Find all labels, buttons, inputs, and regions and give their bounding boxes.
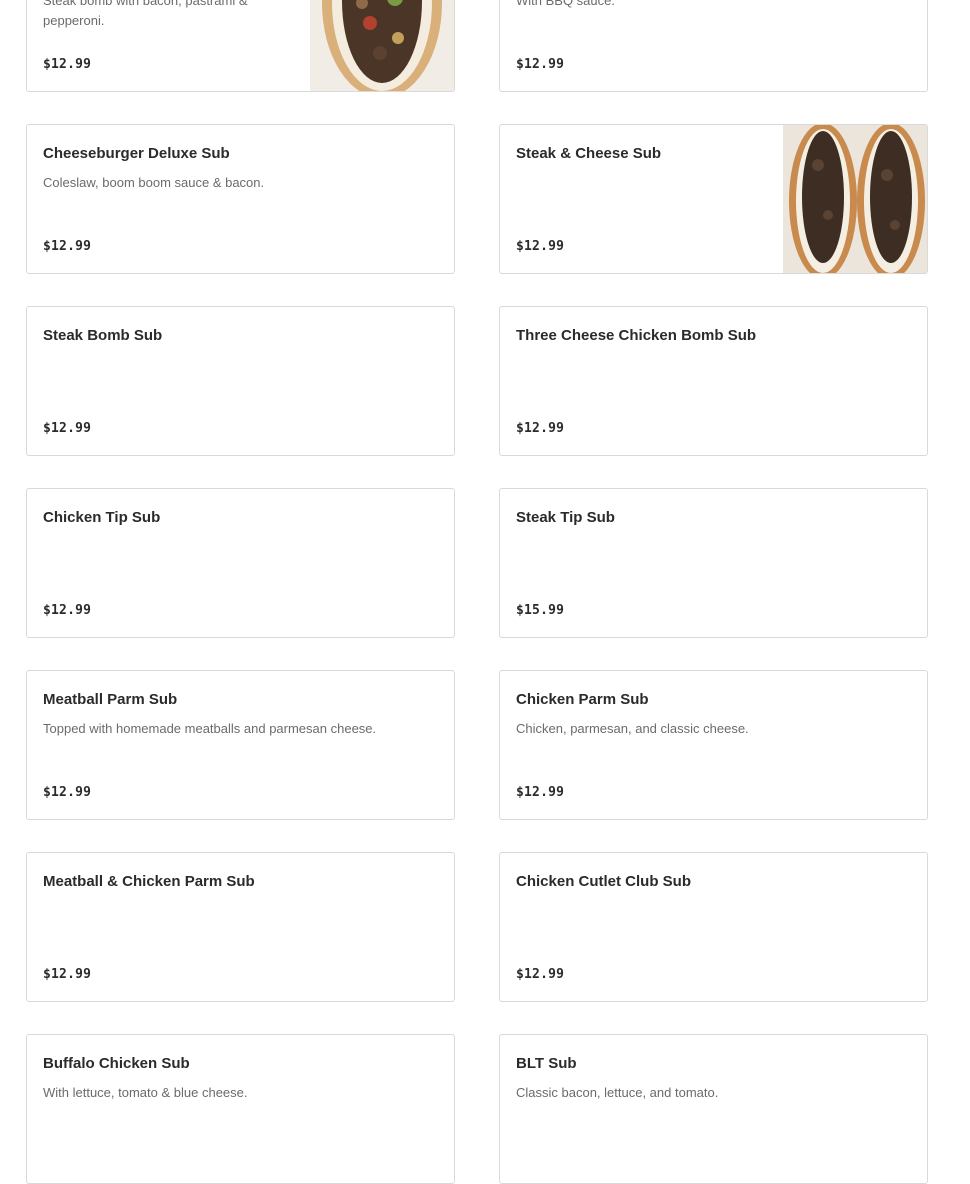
menu-item-grid: Steak bomb with bacon, pastrami & pepper… — [26, 0, 928, 1184]
menu-item-price: $15.99 — [516, 603, 565, 618]
menu-item-body: Meatball & Chicken Parm Sub $12.99 — [43, 853, 438, 1001]
menu-item-body: Steak Tip Sub $15.99 — [516, 489, 911, 637]
menu-item-body: Meatball Parm Sub Topped with homemade m… — [43, 671, 438, 819]
menu-item-price: $12.99 — [43, 239, 92, 254]
menu-item-name: Three Cheese Chicken Bomb Sub — [516, 327, 757, 344]
menu-item-card[interactable]: Steak Bomb Sub $12.99 — [26, 306, 455, 456]
menu-item-body: With BBQ sauce. $12.99 — [516, 0, 911, 91]
menu-item-card[interactable]: Chicken Tip Sub $12.99 — [26, 488, 455, 638]
menu-item-price: $12.99 — [43, 603, 92, 618]
menu-item-price: $12.99 — [516, 967, 565, 982]
menu-item-card[interactable]: Three Cheese Chicken Bomb Sub $12.99 — [499, 306, 928, 456]
menu-item-photo[interactable] — [310, 0, 454, 91]
menu-item-card[interactable]: With BBQ sauce. $12.99 — [499, 0, 928, 92]
menu-item-name: Steak & Cheese Sub — [516, 145, 662, 162]
menu-item-card[interactable]: Chicken Cutlet Club Sub $12.99 — [499, 852, 928, 1002]
menu-item-name: Chicken Parm Sub — [516, 691, 649, 708]
menu-item-price: $12.99 — [43, 967, 92, 982]
menu-item-price: $12.99 — [516, 57, 565, 72]
menu-item-card[interactable]: Chicken Parm Sub Chicken, parmesan, and … — [499, 670, 928, 820]
menu-item-card[interactable]: Steak & Cheese Sub $12.99 — [499, 124, 928, 274]
menu-item-body: Steak & Cheese Sub $12.99 — [516, 125, 767, 273]
menu-item-card[interactable]: Meatball & Chicken Parm Sub $12.99 — [26, 852, 455, 1002]
menu-item-description: With BBQ sauce. — [516, 0, 615, 8]
menu-item-card[interactable]: BLT Sub Classic bacon, lettuce, and toma… — [499, 1034, 928, 1184]
menu-item-photo[interactable] — [783, 125, 927, 273]
menu-item-card[interactable]: Meatball Parm Sub Topped with homemade m… — [26, 670, 455, 820]
menu-item-body: Chicken Cutlet Club Sub $12.99 — [516, 853, 911, 1001]
menu-item-card[interactable]: Buffalo Chicken Sub With lettuce, tomato… — [26, 1034, 455, 1184]
menu-item-description: With lettuce, tomato & blue cheese. — [43, 1085, 248, 1100]
menu-item-name: Buffalo Chicken Sub — [43, 1055, 190, 1072]
menu-item-name: Meatball & Chicken Parm Sub — [43, 873, 255, 890]
menu-item-price: $12.99 — [516, 239, 565, 254]
menu-item-price: $12.99 — [43, 421, 92, 436]
menu-item-description: Chicken, parmesan, and classic cheese. — [516, 721, 749, 736]
menu-item-body: Three Cheese Chicken Bomb Sub $12.99 — [516, 307, 911, 455]
menu-item-body: Cheeseburger Deluxe Sub Coleslaw, boom b… — [43, 125, 438, 273]
menu-item-price: $12.99 — [43, 57, 92, 72]
menu-item-name: BLT Sub — [516, 1055, 577, 1072]
menu-item-body: BLT Sub Classic bacon, lettuce, and toma… — [516, 1035, 911, 1183]
menu-item-body: Steak Bomb Sub $12.99 — [43, 307, 438, 455]
menu-item-card[interactable]: Steak bomb with bacon, pastrami & pepper… — [26, 0, 455, 92]
menu-item-description: Topped with homemade meatballs and parme… — [43, 721, 377, 736]
menu-item-description: Classic bacon, lettuce, and tomato. — [516, 1085, 719, 1100]
steak-and-cheese-sub-photo — [783, 125, 927, 273]
menu-item-name: Chicken Tip Sub — [43, 509, 161, 526]
menu-item-body: Chicken Parm Sub Chicken, parmesan, and … — [516, 671, 911, 819]
menu-item-description: Coleslaw, boom boom sauce & bacon. — [43, 175, 265, 190]
menu-item-name: Meatball Parm Sub — [43, 691, 178, 708]
menu-item-price: $12.99 — [516, 785, 565, 800]
menu-item-price: $12.99 — [516, 421, 565, 436]
steak-bomb-sub-photo — [310, 0, 454, 91]
menu-item-body: Steak bomb with bacon, pastrami & pepper… — [43, 0, 294, 91]
menu-item-name: Chicken Cutlet Club Sub — [516, 873, 692, 890]
menu-item-card[interactable]: Steak Tip Sub $15.99 — [499, 488, 928, 638]
menu-item-body: Buffalo Chicken Sub With lettuce, tomato… — [43, 1035, 438, 1183]
menu-item-body: Chicken Tip Sub $12.99 — [43, 489, 438, 637]
menu-item-description: Steak bomb with bacon, pastrami & pepper… — [43, 0, 248, 28]
menu-item-name: Steak Tip Sub — [516, 509, 615, 526]
menu-item-name: Cheeseburger Deluxe Sub — [43, 145, 230, 162]
menu-item-name: Steak Bomb Sub — [43, 327, 163, 344]
menu-item-card[interactable]: Cheeseburger Deluxe Sub Coleslaw, boom b… — [26, 124, 455, 274]
menu-item-price: $12.99 — [43, 785, 92, 800]
